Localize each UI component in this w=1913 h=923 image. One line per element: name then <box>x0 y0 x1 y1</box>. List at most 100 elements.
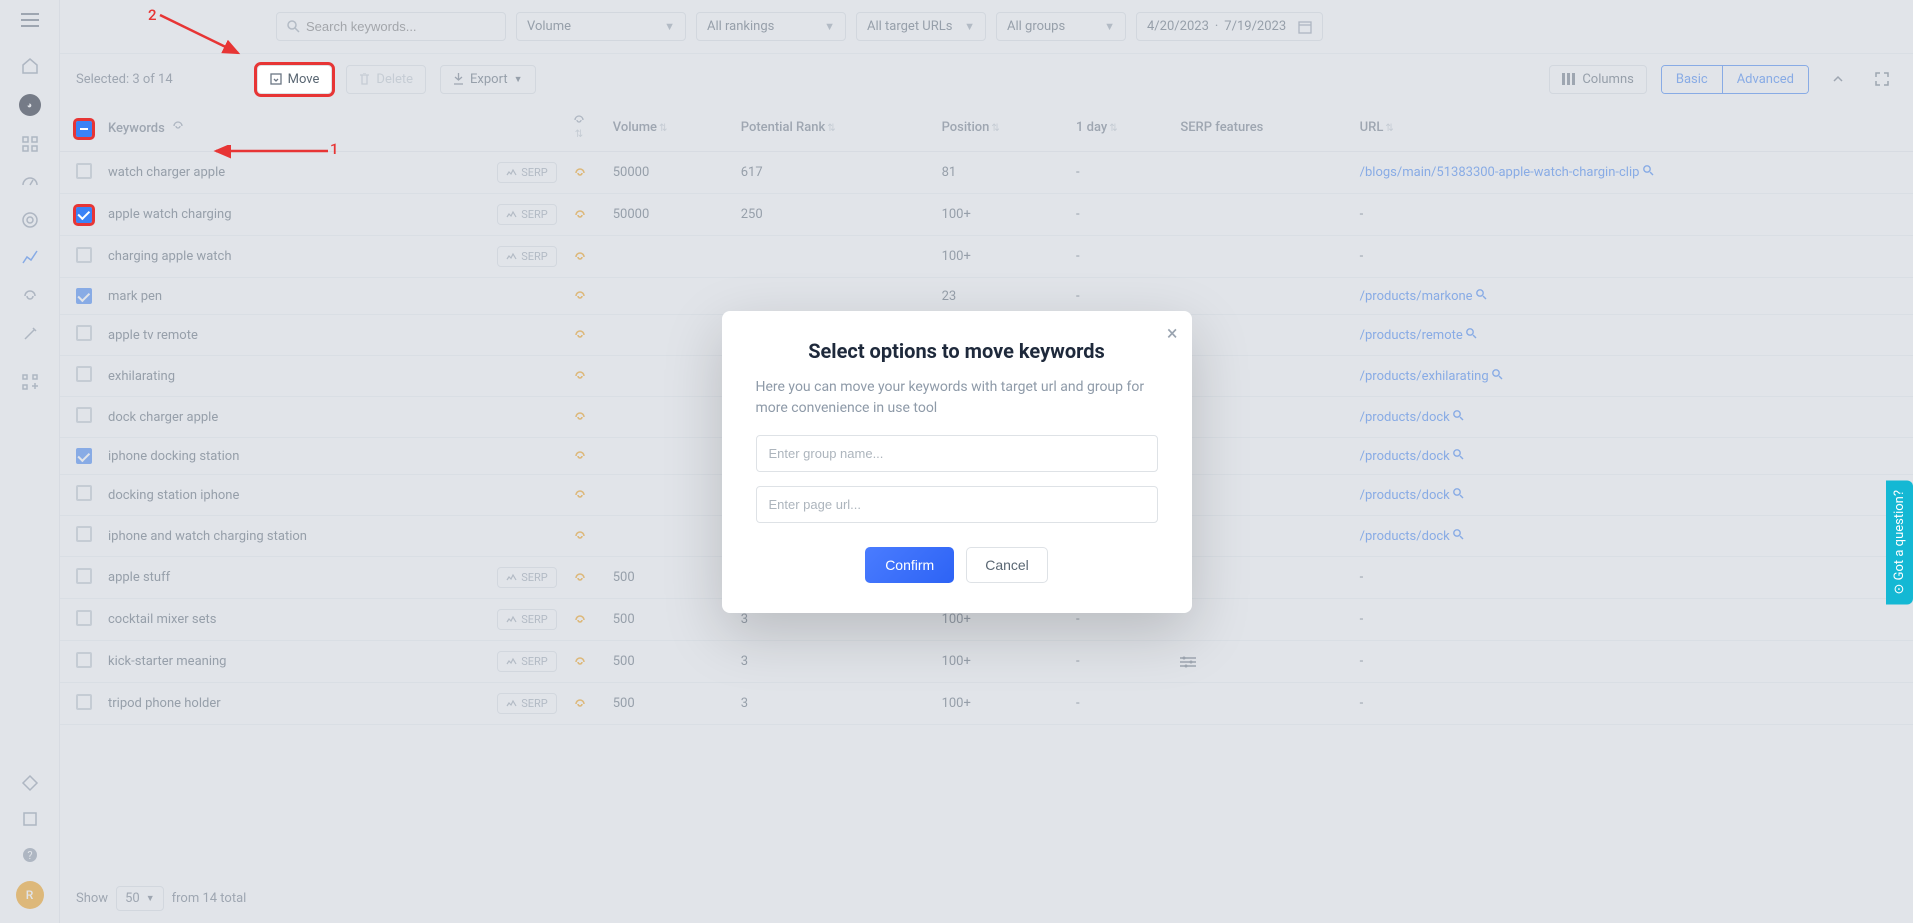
url-cell: /products/dock <box>1352 397 1913 438</box>
row-checkbox[interactable] <box>76 448 92 464</box>
delete-button[interactable]: Delete <box>346 65 426 94</box>
volume-cell <box>605 236 733 278</box>
col-serp[interactable]: SERP features <box>1172 104 1351 152</box>
row-checkbox[interactable] <box>76 366 92 382</box>
pagination: Show 50 ▼ from 14 total <box>60 874 1913 923</box>
chart-icon[interactable] <box>20 248 40 268</box>
wand-icon[interactable] <box>20 324 40 344</box>
serp-button[interactable]: SERP <box>497 609 557 630</box>
gauge-icon[interactable] <box>20 172 40 192</box>
urls-filter[interactable]: All target URLs▼ <box>856 12 986 41</box>
search-icon[interactable] <box>1476 289 1487 304</box>
serp-button[interactable]: SERP <box>497 246 557 267</box>
group-name-input[interactable] <box>756 435 1158 472</box>
avatar[interactable]: R <box>16 881 44 909</box>
rank-cell: 3 <box>733 683 934 725</box>
url-link[interactable]: /blogs/main/51383300-apple-watch-chargin… <box>1360 165 1640 180</box>
search-input[interactable] <box>276 12 506 41</box>
basic-tab[interactable]: Basic <box>1662 66 1722 93</box>
table-row: charging apple watch SERP 100+ - - <box>60 236 1913 278</box>
calendar-icon <box>1298 20 1312 34</box>
url-cell: /blogs/main/51383300-apple-watch-chargin… <box>1352 152 1913 194</box>
row-checkbox[interactable] <box>76 485 92 501</box>
feedback-tab[interactable]: ⊙ Got a question? <box>1886 480 1913 604</box>
advanced-tab[interactable]: Advanced <box>1722 66 1808 93</box>
groups-filter[interactable]: All groups▼ <box>996 12 1126 41</box>
row-checkbox[interactable] <box>76 325 92 341</box>
fullscreen-icon[interactable] <box>1867 64 1897 94</box>
url-cell: /products/remote <box>1352 315 1913 356</box>
row-checkbox[interactable] <box>76 207 92 223</box>
link-icon <box>573 251 597 263</box>
row-checkbox[interactable] <box>76 247 92 263</box>
link-icon[interactable] <box>20 286 40 306</box>
book-icon[interactable] <box>20 809 40 829</box>
collapse-icon[interactable] <box>1823 64 1853 94</box>
search-field[interactable] <box>306 19 495 34</box>
row-checkbox[interactable] <box>76 568 92 584</box>
col-position[interactable]: Position⇅ <box>934 104 1068 152</box>
url-link[interactable]: /products/dock <box>1360 488 1450 503</box>
serp-button[interactable]: SERP <box>497 651 557 672</box>
url-link[interactable]: /products/dock <box>1360 410 1450 425</box>
menu-icon[interactable] <box>20 10 40 30</box>
link-icon <box>573 209 597 221</box>
row-checkbox[interactable] <box>76 694 92 710</box>
search-icon[interactable] <box>1453 529 1464 544</box>
volume-cell <box>605 278 733 315</box>
brand-icon[interactable]: ◕ <box>19 94 41 116</box>
cancel-button[interactable]: Cancel <box>966 547 1048 583</box>
grid-icon[interactable] <box>20 134 40 154</box>
search-icon[interactable] <box>1453 410 1464 425</box>
serp-button[interactable]: SERP <box>497 204 557 225</box>
feat-cell: ✂ <box>1172 315 1351 356</box>
link-icon <box>573 329 597 341</box>
col-volume[interactable]: Volume⇅ <box>605 104 733 152</box>
help-icon[interactable]: ? <box>20 845 40 865</box>
annotation-2: 2 <box>148 6 157 24</box>
confirm-button[interactable]: Confirm <box>865 547 954 583</box>
diamond-icon[interactable] <box>20 773 40 793</box>
url-link[interactable]: /products/remote <box>1360 328 1463 343</box>
feat-cell <box>1172 236 1351 278</box>
serp-button[interactable]: SERP <box>497 162 557 183</box>
row-checkbox[interactable] <box>76 652 92 668</box>
url-link[interactable]: /products/markone <box>1360 289 1473 304</box>
rankings-filter[interactable]: All rankings▼ <box>696 12 846 41</box>
select-all-checkbox[interactable] <box>76 121 92 137</box>
row-checkbox[interactable] <box>76 407 92 423</box>
move-button[interactable]: Move <box>257 65 333 94</box>
apps-icon[interactable] <box>20 372 40 392</box>
search-icon[interactable] <box>1643 165 1654 180</box>
volume-filter[interactable]: Volume▼ <box>516 12 686 41</box>
row-checkbox[interactable] <box>76 526 92 542</box>
target-icon[interactable] <box>20 210 40 230</box>
search-icon[interactable] <box>1492 369 1503 384</box>
home-icon[interactable] <box>20 56 40 76</box>
date-range[interactable]: 4/20/2023 · 7/19/2023 <box>1136 12 1323 41</box>
feat-cell <box>1172 152 1351 194</box>
search-icon[interactable] <box>1453 488 1464 503</box>
close-icon[interactable]: × <box>1167 321 1178 345</box>
col-day[interactable]: 1 day⇅ <box>1068 104 1172 152</box>
url-link[interactable]: /products/dock <box>1360 529 1450 544</box>
page-size-select[interactable]: 50 ▼ <box>116 886 164 911</box>
serp-button[interactable]: SERP <box>497 567 557 588</box>
annotation-1: 1 <box>330 140 339 158</box>
row-checkbox[interactable] <box>76 163 92 179</box>
url-link[interactable]: /products/dock <box>1360 449 1450 464</box>
search-icon[interactable] <box>1453 449 1464 464</box>
export-button[interactable]: Export ▼ <box>440 65 535 94</box>
search-icon[interactable] <box>1466 328 1477 343</box>
url-link[interactable]: /products/exhilarating <box>1360 369 1489 384</box>
page-url-input[interactable] <box>756 486 1158 523</box>
position-cell: 23 <box>934 278 1068 315</box>
col-url[interactable]: URL⇅ <box>1352 104 1913 152</box>
link-icon <box>573 489 597 501</box>
volume-cell: 500 <box>605 683 733 725</box>
row-checkbox[interactable] <box>76 610 92 626</box>
columns-button[interactable]: Columns <box>1549 65 1647 94</box>
row-checkbox[interactable] <box>76 288 92 304</box>
serp-button[interactable]: SERP <box>497 693 557 714</box>
col-rank[interactable]: Potential Rank⇅ <box>733 104 934 152</box>
